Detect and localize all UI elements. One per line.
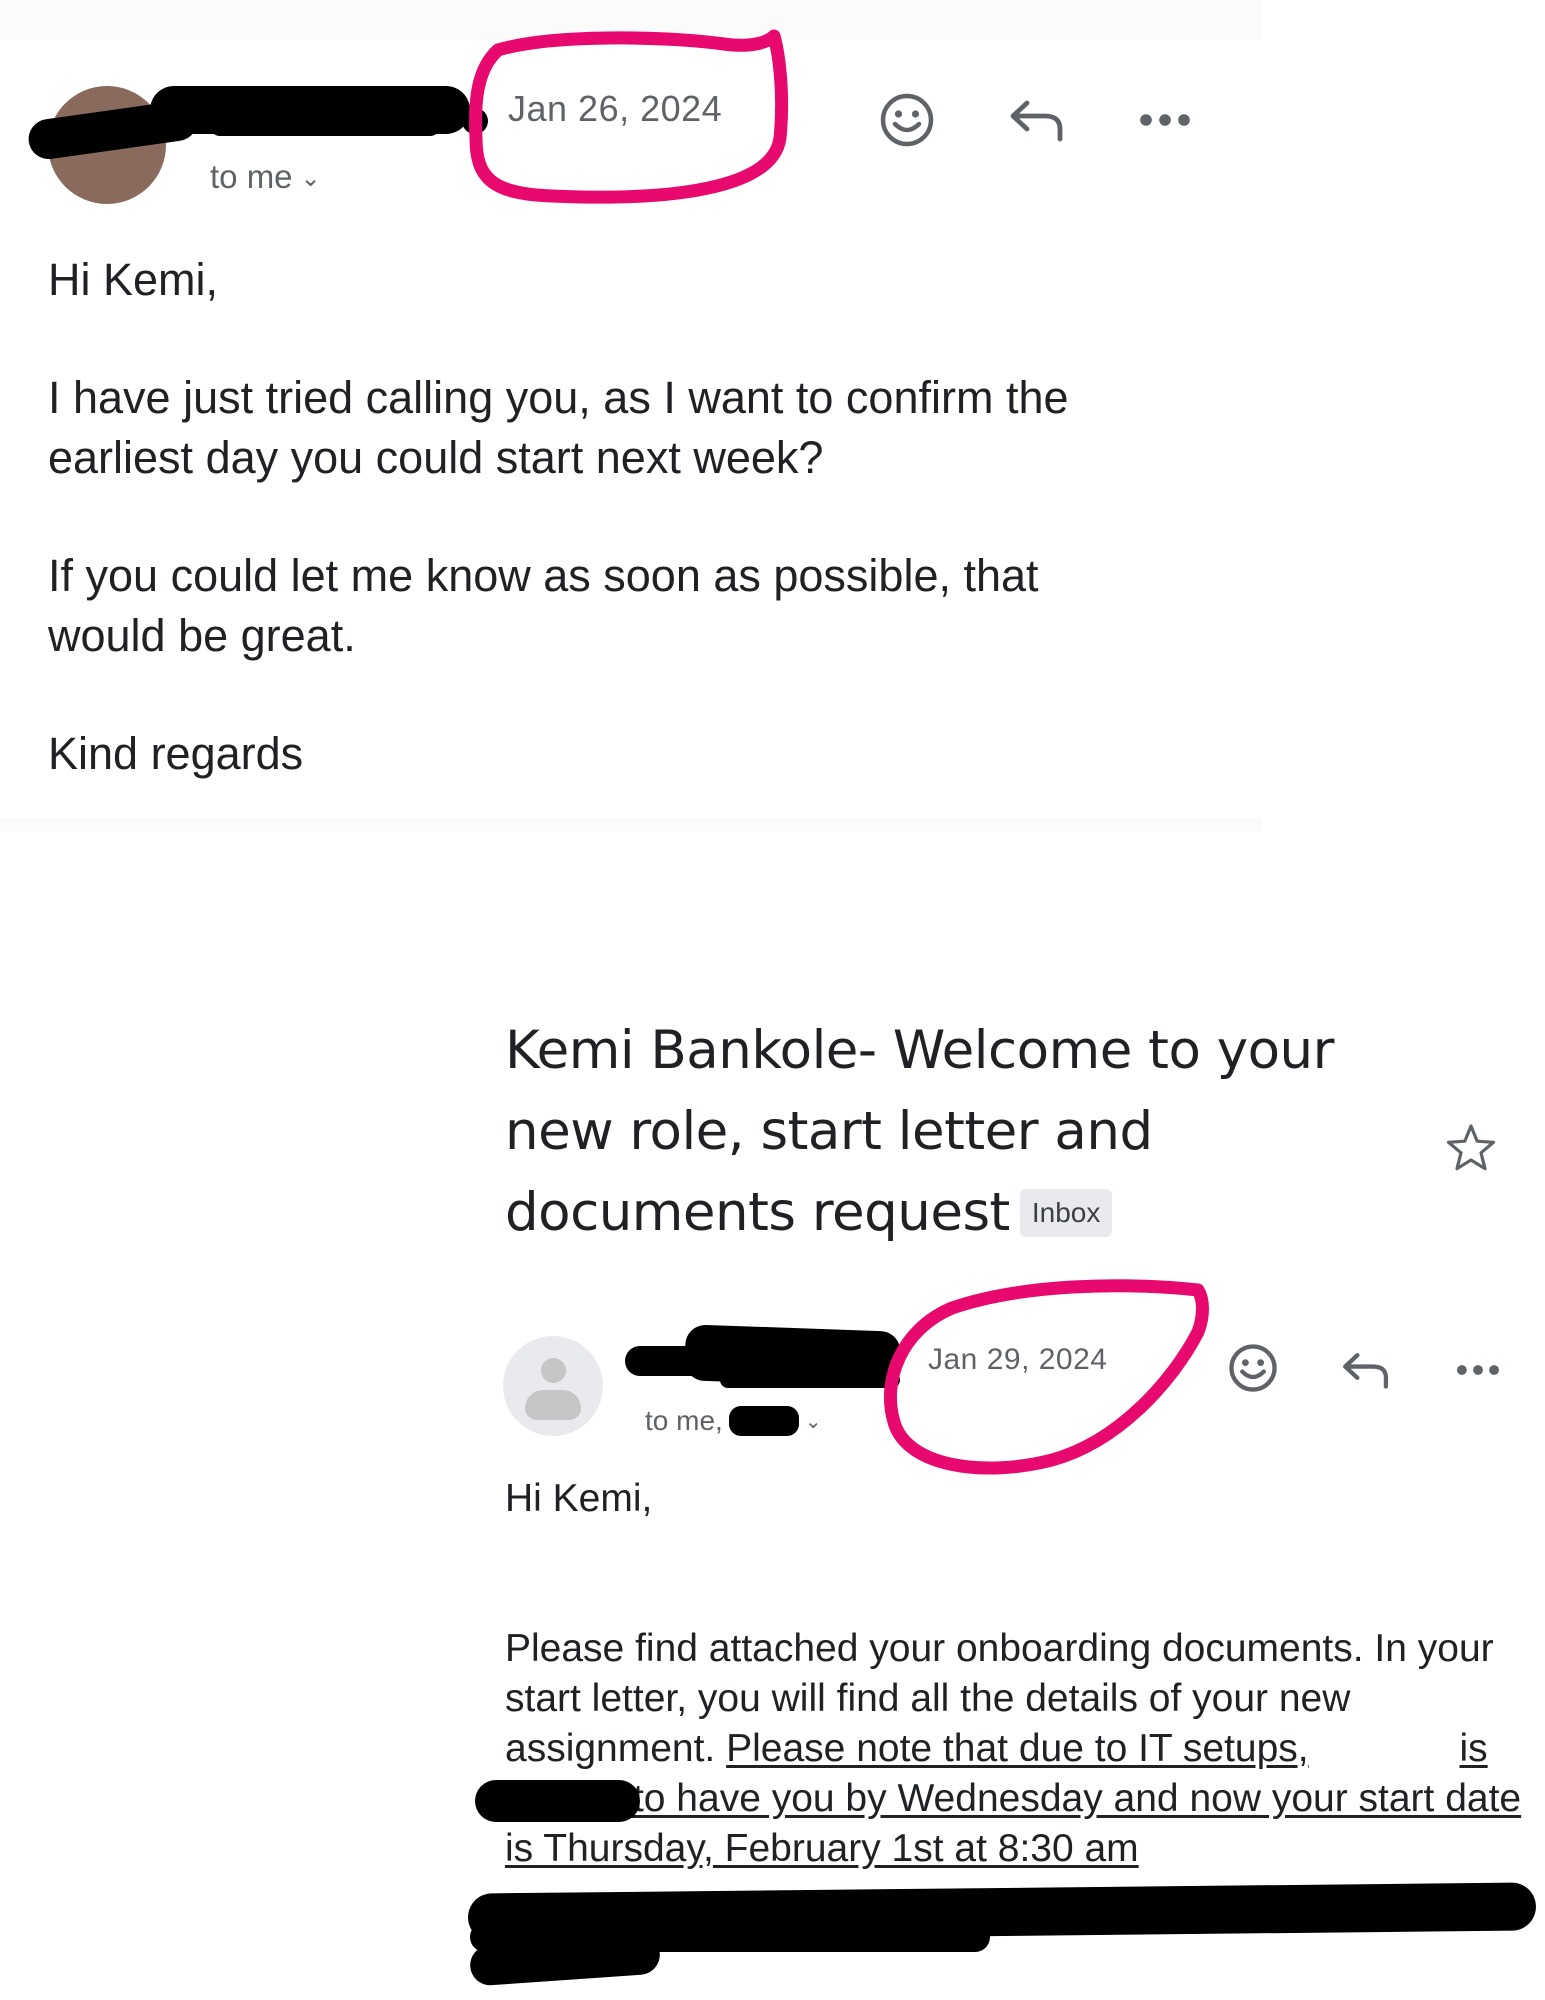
person-icon-head xyxy=(541,1358,566,1383)
message-separator xyxy=(0,818,1262,832)
more-options-button[interactable] xyxy=(1452,1352,1504,1388)
message-date: Jan 26, 2024 xyxy=(508,88,723,129)
add-reaction-button[interactable] xyxy=(1225,1340,1281,1396)
message-date: Jan 29, 2024 xyxy=(928,1343,1108,1376)
reply-button[interactable] xyxy=(1338,1346,1394,1394)
recipient-details-toggle[interactable]: to me, ⌄ xyxy=(645,1400,822,1437)
message-body: Hi Kemi, Please find attached your onboa… xyxy=(505,1474,1525,1874)
greeting: Hi Kemi, xyxy=(48,254,219,305)
smile-icon xyxy=(1229,1344,1277,1392)
redacted-recipient xyxy=(728,1406,799,1436)
date-highlight-circle xyxy=(884,1279,1209,1475)
recipient-details-toggle[interactable]: to me ⌄ xyxy=(210,158,321,196)
chevron-down-icon: ⌄ xyxy=(300,165,321,192)
reply-icon xyxy=(1010,100,1063,142)
sender-avatar[interactable] xyxy=(503,1336,603,1436)
paragraph: Please find attached your onboarding doc… xyxy=(505,1624,1525,1874)
email-subject: Kemi Bankole- Welcome to your new role, … xyxy=(505,1010,1365,1253)
reply-button[interactable] xyxy=(1005,92,1069,148)
more-horizontal-icon xyxy=(1457,1365,1499,1375)
inbox-label[interactable]: Inbox xyxy=(1019,1189,1113,1237)
redacted-sender-name-4 xyxy=(462,108,488,134)
recipient-line: to me, xyxy=(645,1405,723,1436)
chevron-down-icon: ⌄ xyxy=(804,1411,822,1433)
redacted-name xyxy=(475,1780,640,1822)
redacted-sender-name-3 xyxy=(210,116,440,136)
recipient-line: to me xyxy=(210,158,293,195)
closing: Kind regards xyxy=(48,728,304,779)
message-body: Hi Kemi, I have just tried calling you, … xyxy=(48,250,1208,842)
person-icon-body xyxy=(525,1390,581,1420)
smile-icon xyxy=(880,93,934,147)
underlined-notice: Please note that due to IT setups, xyxy=(726,1727,1309,1770)
more-horizontal-icon xyxy=(1140,114,1190,126)
star-outline-icon xyxy=(1446,1124,1496,1171)
star-button[interactable] xyxy=(1445,1122,1497,1179)
paragraph: I have just tried calling you, as I want… xyxy=(48,372,1069,483)
top-margin-strip xyxy=(0,0,1262,40)
paragraph: If you could let me know as soon as poss… xyxy=(48,550,1039,661)
greeting: Hi Kemi, xyxy=(505,1477,653,1520)
redacted-sender-name-3 xyxy=(720,1372,900,1388)
more-options-button[interactable] xyxy=(1135,100,1195,140)
reply-icon xyxy=(1343,1353,1389,1389)
subject-text: Kemi Bankole- Welcome to your new role, … xyxy=(505,1020,1334,1243)
add-reaction-button[interactable] xyxy=(875,88,939,152)
